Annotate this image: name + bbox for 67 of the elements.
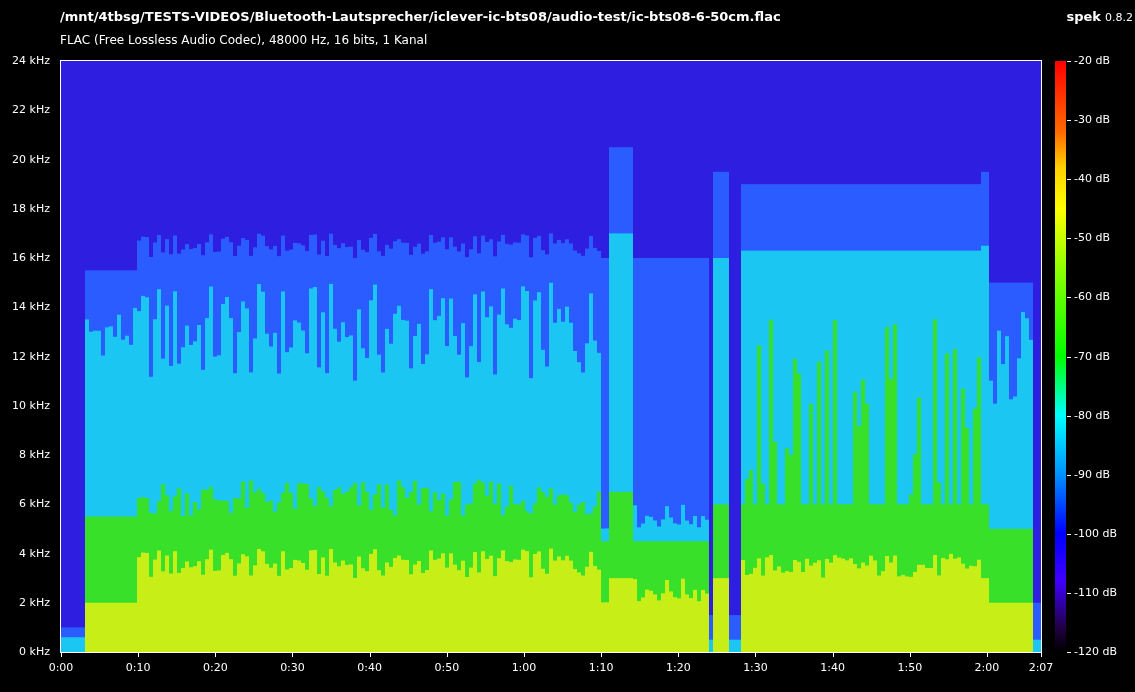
time-label: 0:30	[279, 661, 306, 675]
tick-mark	[446, 653, 448, 657]
tick-mark	[1067, 652, 1071, 653]
db-label: -20 dB	[1074, 54, 1110, 68]
db-label: -110 dB	[1074, 585, 1117, 600]
tick-mark	[1067, 120, 1071, 122]
time-label: 0:50	[433, 661, 461, 675]
tick-mark	[986, 653, 988, 657]
tick-mark	[601, 653, 603, 657]
tick-mark	[369, 653, 371, 657]
tick-mark	[1067, 474, 1071, 476]
tick-mark	[1067, 297, 1071, 299]
tick-mark	[1067, 356, 1071, 358]
db-label: -70 dB	[1074, 349, 1110, 364]
frequency-label: 16 kHz	[11, 251, 50, 265]
db-label: -80 dB	[1074, 408, 1110, 423]
frequency-label: 14 kHz	[11, 300, 50, 315]
tick-mark	[1067, 61, 1071, 62]
frequency-label: 20 kHz	[11, 152, 50, 167]
time-label: 1:10	[587, 661, 615, 675]
frequency-label: 8 kHz	[18, 448, 50, 462]
time-label: 1:00	[510, 661, 538, 675]
tick-mark	[832, 653, 834, 657]
tick-mark	[1067, 533, 1071, 535]
tick-mark	[138, 653, 140, 657]
time-label: 1:50	[896, 661, 924, 675]
db-label: -100 dB	[1074, 526, 1117, 541]
tick-mark	[755, 653, 757, 657]
db-label: -40 dB	[1074, 172, 1110, 187]
frequency-label: 12 kHz	[11, 349, 50, 364]
db-label: -90 dB	[1074, 467, 1110, 482]
time-label: 1:30	[742, 661, 769, 675]
db-label: -60 dB	[1074, 290, 1110, 305]
tick-mark	[292, 653, 294, 657]
tick-mark	[1067, 592, 1071, 594]
tick-mark	[524, 653, 525, 657]
time-label: 1:20	[664, 661, 692, 675]
tick-mark	[1041, 653, 1042, 657]
time-label: 0:40	[356, 661, 383, 675]
app-name: spek	[1066, 8, 1101, 25]
time-label: 0:00	[47, 661, 75, 675]
frequency-label: 4 kHz	[18, 546, 50, 561]
audio-info: FLAC (Free Lossless Audio Codec), 48000 Hz, 16 bits, 1 Kanal	[60, 33, 429, 48]
tick-mark	[909, 653, 911, 657]
tick-mark	[1067, 179, 1071, 181]
frequency-label: 0 kHz	[18, 645, 50, 659]
frequency-label: 24 kHz	[11, 54, 50, 68]
file-path: /mnt/4tbsg/TESTS-VIDEOS/Bluetooth-Lautsprecher/iclever-ic-bts08/audio-test/ic-bts08-6-50cm.flac	[60, 8, 781, 25]
frequency-label: 6 kHz	[18, 497, 50, 512]
frequency-label: 22 kHz	[11, 103, 50, 118]
tick-mark	[1067, 238, 1071, 240]
frequency-label: 18 kHz	[11, 201, 50, 216]
frequency-label: 10 kHz	[11, 398, 50, 413]
tick-mark	[215, 653, 217, 657]
db-label: -120 dB	[1074, 645, 1117, 659]
time-label: 2:07	[1027, 661, 1055, 675]
time-label: 2:00	[973, 661, 1001, 675]
tick-mark	[678, 653, 680, 657]
time-label: 0:10	[124, 661, 152, 675]
db-label: -50 dB	[1074, 231, 1110, 246]
db-label: -30 dB	[1074, 113, 1110, 128]
tick-mark	[61, 653, 62, 657]
frequency-label: 2 kHz	[18, 595, 50, 610]
time-label: 0:20	[201, 661, 229, 675]
time-label: 1:40	[819, 661, 846, 675]
tick-mark	[1067, 415, 1071, 417]
app-version: 0.8.2	[1105, 10, 1133, 25]
